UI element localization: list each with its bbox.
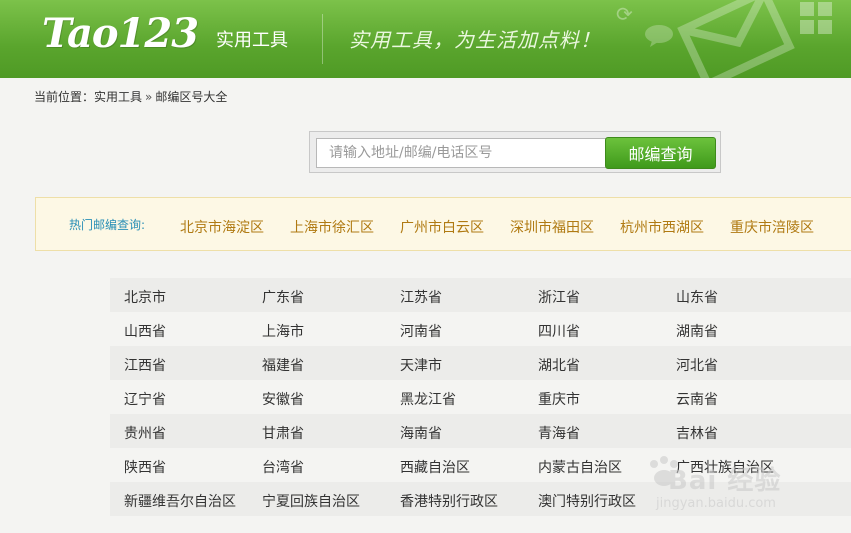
region-link[interactable]: 浙江省 bbox=[538, 287, 580, 307]
region-link[interactable]: 新疆维吾尔自治区 bbox=[124, 491, 236, 511]
region-link[interactable]: 海南省 bbox=[400, 423, 442, 443]
region-link[interactable]: 重庆市 bbox=[538, 389, 580, 409]
region-link[interactable]: 云南省 bbox=[676, 389, 718, 409]
refresh-decor-icon: ⟳ bbox=[616, 2, 633, 26]
breadcrumb-separator: » bbox=[145, 90, 153, 104]
region-link[interactable]: 贵州省 bbox=[124, 423, 166, 443]
search-input[interactable] bbox=[316, 138, 607, 168]
site-logo[interactable]: Tao123 bbox=[42, 12, 199, 56]
table-row: 陕西省 台湾省 西藏自治区 内蒙古自治区 广西壮族自治区 bbox=[110, 448, 851, 482]
region-link[interactable]: 陕西省 bbox=[124, 457, 166, 477]
region-table: 北京市 广东省 江苏省 浙江省 山东省 山西省 上海市 河南省 四川省 湖南省 … bbox=[110, 278, 851, 516]
hot-link-guangzhou-baiyun[interactable]: 广州市白云区 bbox=[400, 217, 484, 237]
region-link[interactable]: 四川省 bbox=[538, 321, 580, 341]
region-link[interactable]: 山东省 bbox=[676, 287, 718, 307]
region-link[interactable]: 安徽省 bbox=[262, 389, 304, 409]
table-row: 贵州省 甘肃省 海南省 青海省 吉林省 bbox=[110, 414, 851, 448]
breadcrumb-current: 邮编区号大全 bbox=[155, 90, 228, 104]
region-link[interactable]: 青海省 bbox=[538, 423, 580, 443]
region-link[interactable]: 河北省 bbox=[676, 355, 718, 375]
region-link[interactable]: 吉林省 bbox=[676, 423, 718, 443]
table-row: 辽宁省 安徽省 黑龙江省 重庆市 云南省 bbox=[110, 380, 851, 414]
breadcrumb-link-tools[interactable]: 实用工具 bbox=[94, 90, 142, 104]
region-link[interactable]: 北京市 bbox=[124, 287, 166, 307]
postcode-search-button[interactable]: 邮编查询 bbox=[605, 137, 716, 169]
region-link[interactable]: 台湾省 bbox=[262, 457, 304, 477]
chat-bubble-decor-icon bbox=[645, 25, 673, 47]
table-row: 新疆维吾尔自治区 宁夏回族自治区 香港特别行政区 澳门特别行政区 bbox=[110, 482, 851, 516]
region-link[interactable]: 广西壮族自治区 bbox=[676, 457, 774, 477]
region-link[interactable]: 香港特别行政区 bbox=[400, 491, 498, 511]
region-link[interactable]: 澳门特别行政区 bbox=[538, 491, 636, 511]
region-link[interactable]: 甘肃省 bbox=[262, 423, 304, 443]
hot-link-chongqing-fuling[interactable]: 重庆市涪陵区 bbox=[730, 217, 814, 237]
envelope-decor-icon bbox=[677, 0, 795, 78]
breadcrumb-prefix: 当前位置： bbox=[34, 90, 95, 104]
hot-link-beijing-haidian[interactable]: 北京市海淀区 bbox=[180, 217, 264, 237]
hot-queries-label: 热门邮编查询: bbox=[69, 218, 146, 232]
header-slogan: 实用工具，为生活加点料！ bbox=[349, 28, 601, 52]
region-link[interactable]: 西藏自治区 bbox=[400, 457, 470, 477]
region-link[interactable]: 黑龙江省 bbox=[400, 389, 456, 409]
hot-queries-bar: 热门邮编查询: 北京市海淀区 上海市徐汇区 广州市白云区 深圳市福田区 杭州市西… bbox=[35, 197, 851, 251]
region-link[interactable]: 天津市 bbox=[400, 355, 442, 375]
region-link[interactable]: 上海市 bbox=[262, 321, 304, 341]
table-row: 江西省 福建省 天津市 湖北省 河北省 bbox=[110, 346, 851, 380]
breadcrumb: 当前位置：实用工具» 邮编区号大全 bbox=[34, 88, 227, 105]
hot-link-shenzhen-futian[interactable]: 深圳市福田区 bbox=[510, 217, 594, 237]
region-link[interactable]: 湖南省 bbox=[676, 321, 718, 341]
header-divider bbox=[322, 14, 323, 64]
table-row: 北京市 广东省 江苏省 浙江省 山东省 bbox=[110, 278, 851, 312]
region-link[interactable]: 福建省 bbox=[262, 355, 304, 375]
region-link[interactable]: 江苏省 bbox=[400, 287, 442, 307]
region-link[interactable]: 内蒙古自治区 bbox=[538, 457, 622, 477]
region-link[interactable]: 湖北省 bbox=[538, 355, 580, 375]
region-link[interactable]: 江西省 bbox=[124, 355, 166, 375]
grid-decor-icon bbox=[800, 2, 832, 34]
region-link[interactable]: 广东省 bbox=[262, 287, 304, 307]
hot-link-shanghai-xuhui[interactable]: 上海市徐汇区 bbox=[290, 217, 374, 237]
table-row: 山西省 上海市 河南省 四川省 湖南省 bbox=[110, 312, 851, 346]
search-box: 邮编查询 bbox=[309, 131, 721, 173]
region-link[interactable]: 辽宁省 bbox=[124, 389, 166, 409]
region-link[interactable]: 山西省 bbox=[124, 321, 166, 341]
hot-link-hangzhou-xihu[interactable]: 杭州市西湖区 bbox=[620, 217, 704, 237]
section-title[interactable]: 实用工具 bbox=[216, 26, 288, 52]
region-link[interactable]: 宁夏回族自治区 bbox=[262, 491, 360, 511]
site-header: Tao123 实用工具 实用工具，为生活加点料！ ⟳ bbox=[0, 0, 851, 78]
region-link[interactable]: 河南省 bbox=[400, 321, 442, 341]
